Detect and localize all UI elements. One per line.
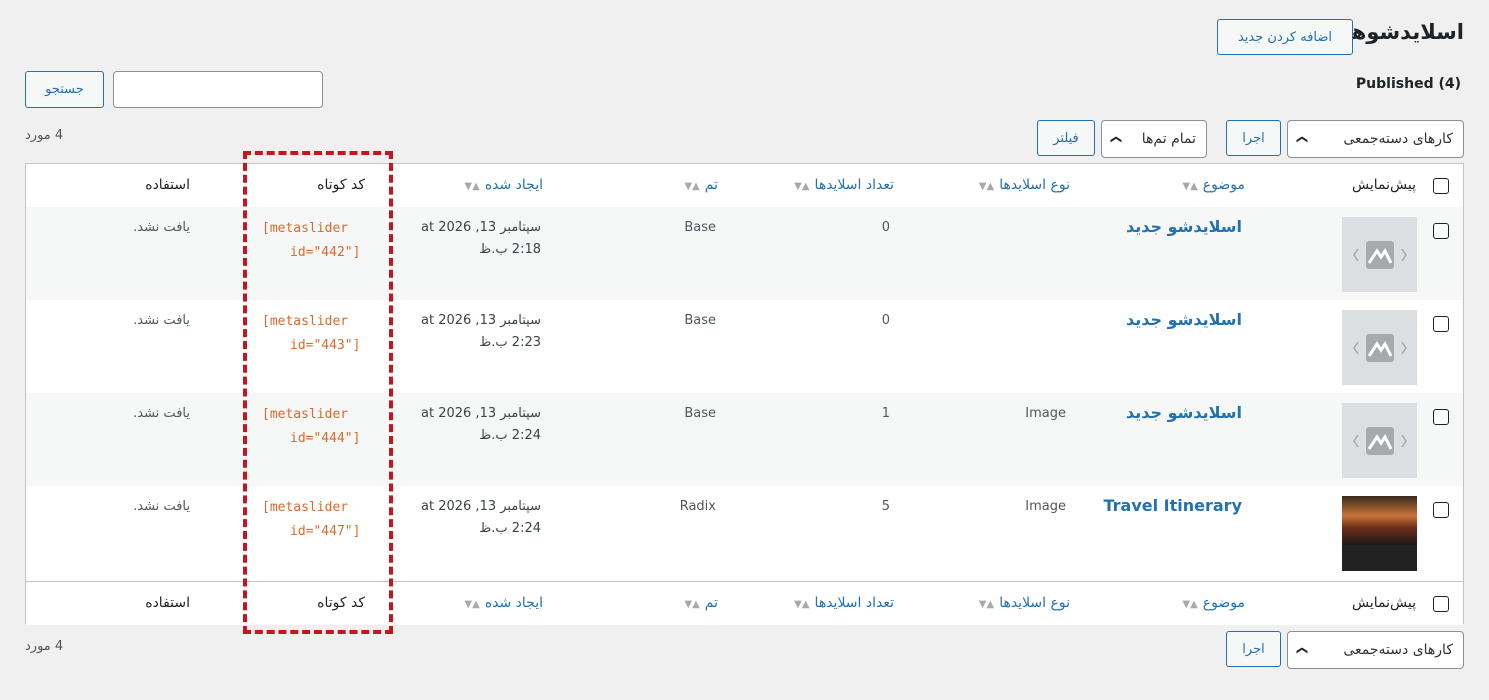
- bulk-actions-label: کارهای دسته‌جمعی: [1343, 642, 1453, 658]
- column-count-sort[interactable]: تعداد اسلایدها▲▼: [794, 177, 894, 193]
- slide-count: 0: [881, 220, 890, 235]
- slide-count: 5: [881, 499, 890, 514]
- row-checkbox[interactable]: [1433, 223, 1449, 239]
- slideshow-thumbnail[interactable]: [1342, 310, 1417, 385]
- apply-button[interactable]: اجرا: [1226, 120, 1281, 156]
- sort-arrows-icon: ▲▼: [464, 599, 480, 610]
- table-row: اسلایدشو جدید Image 1 Base سپتامبر 13, 2…: [26, 393, 1463, 486]
- search-button[interactable]: جستجو: [25, 71, 104, 108]
- slideshow-title-link[interactable]: Travel Itinerary: [1103, 496, 1242, 515]
- add-new-button[interactable]: اضافه کردن جدید: [1217, 19, 1353, 55]
- slideshows-table: پیش‌نمایش موضوع▲▼ نوع اسلایدها▲▼ تعداد ا…: [25, 163, 1464, 625]
- slideshow-title-link[interactable]: اسلایدشو جدید: [1126, 217, 1242, 236]
- table-row: اسلایدشو جدید 0 Base سپتامبر 13, 2026 at…: [26, 207, 1463, 300]
- table-row: Travel Itinerary Image 5 Radix سپتامبر 1…: [26, 486, 1463, 579]
- sort-arrows-icon: ▲▼: [978, 599, 995, 610]
- slide-type: Image: [1025, 499, 1066, 514]
- item-count: 4 مورد: [25, 128, 64, 143]
- column-created-sort[interactable]: ایجاد شده▲▼: [464, 177, 543, 193]
- table-header: پیش‌نمایش موضوع▲▼ نوع اسلایدها▲▼ تعداد ا…: [26, 164, 1463, 208]
- slideshow-placeholder-icon: [1352, 426, 1407, 455]
- row-checkbox[interactable]: [1433, 502, 1449, 518]
- item-count-bottom: 4 مورد: [25, 639, 64, 654]
- created-date: سپتامبر 13, 2026 at 2:18 ب.ظ: [420, 220, 541, 257]
- created-date: سپتامبر 13, 2026 at 2:24 ب.ظ: [420, 499, 541, 536]
- column-title-sort[interactable]: موضوع▲▼: [1182, 177, 1245, 193]
- chevron-down-icon: ❯: [1296, 645, 1310, 655]
- travel-photo-thumbnail: [1342, 496, 1417, 545]
- chevron-down-icon: ❯: [1296, 134, 1310, 144]
- created-date: سپتامبر 13, 2026 at 2:24 ب.ظ: [420, 406, 541, 443]
- sort-arrows-icon: ▲▼: [794, 181, 810, 192]
- column-theme-sort[interactable]: تم▲▼: [684, 595, 718, 611]
- slideshow-theme: Base: [684, 406, 716, 421]
- column-usage: استفاده: [145, 177, 190, 193]
- column-created-sort[interactable]: ایجاد شده▲▼: [464, 595, 543, 611]
- column-count-sort[interactable]: تعداد اسلایدها▲▼: [794, 595, 894, 611]
- shortcode[interactable]: [metaslider id="443"]: [262, 310, 360, 358]
- bulk-actions-label: کارهای دسته‌جمعی: [1343, 131, 1453, 147]
- column-shortcode: کد کوتاه: [317, 177, 365, 193]
- slideshow-placeholder-icon: [1352, 240, 1407, 269]
- bulk-actions-select[interactable]: کارهای دسته‌جمعی ❯: [1287, 120, 1464, 158]
- row-checkbox[interactable]: [1433, 409, 1449, 425]
- sort-arrows-icon: ▲▼: [794, 599, 810, 610]
- created-date: سپتامبر 13, 2026 at 2:23 ب.ظ: [420, 313, 541, 350]
- column-shortcode: کد کوتاه: [317, 595, 365, 611]
- shortcode[interactable]: [metaslider id="442"]: [262, 217, 360, 265]
- row-checkbox[interactable]: [1433, 316, 1449, 332]
- column-theme-sort[interactable]: تم▲▼: [684, 177, 718, 193]
- column-type-sort[interactable]: نوع اسلایدها▲▼: [979, 595, 1070, 611]
- slideshow-title-link[interactable]: اسلایدشو جدید: [1126, 310, 1242, 329]
- slideshow-title-link[interactable]: اسلایدشو جدید: [1126, 403, 1242, 422]
- published-filter-link[interactable]: Published (4): [1356, 76, 1461, 92]
- slideshow-thumbnail[interactable]: [1342, 217, 1417, 292]
- sort-arrows-icon: ▲▼: [1182, 181, 1198, 192]
- column-title-sort[interactable]: موضوع▲▼: [1182, 595, 1245, 611]
- chevron-down-icon: ❯: [1110, 134, 1124, 144]
- slide-type: Image: [1025, 406, 1066, 421]
- slideshow-placeholder-icon: [1352, 333, 1407, 362]
- sort-arrows-icon: ▲▼: [1182, 599, 1198, 610]
- shortcode[interactable]: [metaslider id="444"]: [262, 403, 360, 451]
- slideshow-theme: Base: [684, 313, 716, 328]
- column-type-sort[interactable]: نوع اسلایدها▲▼: [979, 177, 1070, 193]
- shortcode[interactable]: [metaslider id="447"]: [262, 496, 360, 544]
- column-preview: پیش‌نمایش: [1352, 595, 1416, 611]
- slideshow-theme: Radix: [679, 499, 716, 514]
- sort-arrows-icon: ▲▼: [684, 599, 700, 610]
- select-all-checkbox-footer[interactable]: [1433, 596, 1449, 612]
- theme-filter-select[interactable]: تمام تم‌ها ❯: [1101, 120, 1207, 158]
- sort-arrows-icon: ▲▼: [978, 181, 995, 192]
- usage-status: یافت نشد.: [133, 220, 190, 235]
- slideshow-thumbnail[interactable]: [1342, 403, 1417, 478]
- sort-arrows-icon: ▲▼: [464, 181, 480, 192]
- apply-button-bottom[interactable]: اجرا: [1226, 631, 1281, 667]
- bulk-actions-select-bottom[interactable]: کارهای دسته‌جمعی ❯: [1287, 631, 1464, 669]
- table-footer: پیش‌نمایش موضوع▲▼ نوع اسلایدها▲▼ تعداد ا…: [26, 581, 1463, 625]
- usage-status: یافت نشد.: [133, 406, 190, 421]
- slideshow-thumbnail[interactable]: [1342, 496, 1417, 571]
- slide-count: 0: [881, 313, 890, 328]
- sort-arrows-icon: ▲▼: [684, 181, 700, 192]
- usage-status: یافت نشد.: [133, 499, 190, 514]
- slideshow-theme: Base: [684, 220, 716, 235]
- column-preview: پیش‌نمایش: [1352, 177, 1416, 193]
- usage-status: یافت نشد.: [133, 313, 190, 328]
- page-title: اسلایدشوها: [1343, 20, 1464, 44]
- column-usage: استفاده: [145, 595, 190, 611]
- table-row: اسلایدشو جدید 0 Base سپتامبر 13, 2026 at…: [26, 300, 1463, 393]
- search-input[interactable]: [113, 71, 323, 108]
- filter-button[interactable]: فیلتر: [1037, 120, 1095, 156]
- select-all-checkbox[interactable]: [1433, 178, 1449, 194]
- slide-count: 1: [881, 406, 890, 421]
- theme-filter-label: تمام تم‌ها: [1141, 131, 1196, 147]
